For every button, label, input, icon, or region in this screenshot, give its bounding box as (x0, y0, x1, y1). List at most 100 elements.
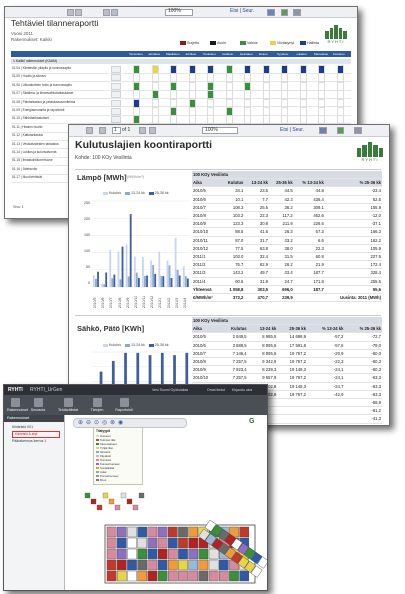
bar (103, 284, 106, 287)
table-cell: 211.9 (269, 219, 294, 229)
tree-item-floor[interactable]: Päärakennus kerros 1 (8, 439, 58, 444)
heat-chart-title: Lämpö [MWh] (77, 173, 127, 182)
toolbar-buildings-button[interactable]: Rakennukset (7, 398, 28, 412)
table-cell: 19 767,2 (277, 349, 307, 359)
bar (176, 269, 179, 287)
last-page-button[interactable] (149, 127, 156, 134)
bar (135, 272, 138, 287)
legend-swatch (180, 41, 186, 46)
table-cell: -57,6 (306, 341, 345, 350)
table-cell: 76.7 (220, 260, 245, 270)
x-tick-label: 2010/11 (142, 295, 146, 308)
bar (152, 265, 155, 287)
table-cell: -37.1 (324, 219, 382, 229)
table-cell: 55,6 (324, 285, 382, 295)
next-page-button[interactable] (103, 9, 110, 16)
table-row: 2010/12 77.5 63.8 38.0 22.3 105.9 (192, 244, 382, 254)
table-cell: Uusinta: 2011 (MWh) (324, 293, 382, 303)
tree-item-property[interactable]: Kiinteistö 001 (8, 425, 58, 430)
print-icon[interactable] (293, 9, 301, 16)
building-icon (10, 398, 20, 407)
first-page-button[interactable] (86, 127, 93, 134)
first-page-button[interactable] (67, 9, 74, 16)
bar (133, 256, 136, 287)
month-header: Toukokuu (203, 52, 216, 56)
last-page-button[interactable] (111, 9, 118, 16)
room (239, 570, 250, 582)
room (117, 526, 127, 538)
toolbar-data-button[interactable]: Tietojen (89, 398, 105, 412)
table-cell: 49.7 (244, 268, 270, 278)
table-cell: 187,7 (293, 285, 325, 295)
main-toolbar: Rakennukset Seuranta Tehtävälistat Tieto… (4, 395, 267, 415)
task-marker (111, 91, 121, 99)
table-row: 2010/7 7 146,4 8 895,6 19 767,2 -20,9 -60,0 (192, 349, 382, 359)
table-cell: 2011/1 (192, 252, 221, 262)
tree-item-wing[interactable]: Kiinteistö A-siipi (12, 431, 60, 438)
column-header-row: Aika Kulutus 13-24 kk 25-36 kk% 13-24 kk% 2… (192, 178, 382, 188)
bar (109, 249, 112, 287)
bar (184, 276, 187, 287)
table-cell: 8 895,6 (247, 349, 278, 359)
table-cell: 227.5 (324, 252, 382, 262)
toolbar-tasks-button[interactable]: Tehtävälistat (55, 398, 81, 412)
table-cell: 470,7 (244, 293, 270, 303)
prev-page-button[interactable] (75, 9, 82, 16)
refresh-icon[interactable] (337, 127, 344, 134)
legend-swatch (240, 41, 246, 46)
month-header: Heinäkuu (240, 52, 253, 56)
table-cell: 155.9 (324, 203, 382, 213)
export-icon[interactable] (319, 127, 327, 134)
table-cell: 41.6 (244, 227, 270, 237)
table-row: 2011/3 143.2 49.7 33.4 187.7 328.4 (192, 268, 382, 278)
table-cell: 696,0 (269, 285, 294, 295)
task-label: 01.09 | Energiaseuranta ja raportointi (12, 108, 65, 112)
bar (160, 275, 163, 287)
table-cell: 38.0 (269, 244, 294, 254)
table-cell: 166.3 (324, 227, 382, 237)
legend-swatch (210, 41, 216, 46)
x-tick-label: 2010/7 (109, 297, 114, 308)
table-cell: 26.2 (269, 260, 294, 270)
bar (182, 266, 185, 287)
y-tick-label: 50 (86, 265, 90, 269)
export-icon[interactable] (267, 9, 275, 16)
month-header: Helmikuu (147, 52, 161, 56)
prev-page-button[interactable] (99, 127, 106, 134)
floorplan-canvas[interactable]: ⊕ ⊖ ⊙ ◎ ⊗ ◉ G Tilatyypit Huoneet Tekniset… (65, 415, 267, 590)
find-link[interactable]: Etsi | Seur. (280, 127, 304, 133)
toolbar-reporting-button[interactable]: Raportointi (112, 398, 136, 412)
table-row: 2010/6 10.1 7.7 42.3 436.4 52.5 (192, 195, 382, 204)
table-cell: -72,7 (344, 332, 382, 342)
task-label: 01.06 | Ulkoalueiden hoito ja kunnossapi… (12, 82, 72, 87)
table-head-row: 100 KOy Vesilinta (192, 317, 382, 326)
zoom-value: 100% (168, 8, 181, 14)
room (137, 537, 147, 549)
room (147, 559, 158, 571)
refresh-icon[interactable] (281, 9, 288, 16)
table-cell: 63.8 (244, 244, 270, 254)
logout-link[interactable]: Kirjaudu ulos (232, 388, 252, 392)
table-cell: 87.0 (220, 236, 245, 245)
bar (174, 237, 177, 287)
room (117, 548, 127, 560)
tree-label: Kiinteistö 001 (12, 425, 34, 429)
bar (186, 278, 189, 287)
my-settings-link[interactable]: Omat tiedot (207, 388, 225, 392)
table-cell: 3 888,5 (219, 341, 248, 350)
room (137, 526, 147, 538)
x-tick-label: 2011/1 (158, 297, 163, 308)
table-cell: 117.2 (269, 211, 294, 221)
toolbar-monitoring-button[interactable]: Seuranta (30, 398, 46, 412)
table-row: 2010/9 123.3 30.8 211.9 226.6 -37.1 (192, 219, 382, 229)
next-page-button[interactable] (139, 127, 146, 134)
room (127, 537, 137, 549)
table-cell: 22.3 (244, 211, 270, 221)
legend-swatch (103, 191, 108, 195)
find-link[interactable]: Etsi | Seur. (230, 8, 254, 14)
table-cell: 2010/8 (192, 357, 220, 367)
print-icon[interactable] (354, 127, 362, 134)
room (208, 570, 219, 582)
table-cell: 9 557,9 (247, 373, 278, 383)
room (127, 548, 137, 560)
